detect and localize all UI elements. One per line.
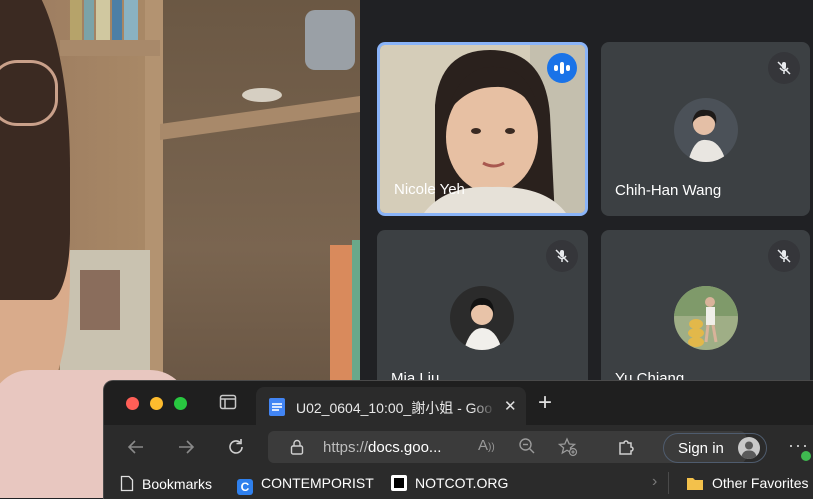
avatar [450, 286, 514, 350]
maximize-window-button[interactable] [174, 397, 187, 410]
extensions-icon[interactable] [616, 437, 636, 461]
back-arrow-icon[interactable] [126, 437, 146, 461]
mic-off-icon [768, 240, 800, 272]
speaking-indicator-icon [547, 53, 577, 83]
participant-name: Nicole Yeh [394, 181, 465, 198]
glasses [0, 60, 58, 126]
close-window-button[interactable] [126, 397, 139, 410]
tab-actions-icon[interactable] [219, 393, 237, 415]
bookmark-item-notcot[interactable]: NOTCOT.ORG [391, 475, 508, 491]
lock-icon [290, 439, 304, 460]
url-text: https://docs.goo... [323, 439, 442, 456]
toolbar: https://docs.goo... A)) Sign in ··· [104, 425, 813, 469]
chevron-right-icon[interactable]: › [652, 473, 657, 491]
participant-tile-mia-liu[interactable]: Mia Liu [377, 230, 588, 404]
avatar [674, 98, 738, 162]
sign-in-label: Sign in [678, 440, 724, 457]
google-docs-icon [268, 397, 286, 420]
profile-avatar-icon [738, 437, 760, 459]
other-favorites-folder[interactable]: Other Favorites [686, 475, 808, 494]
sign-in-button[interactable]: Sign in [663, 433, 767, 463]
close-tab-icon[interactable]: ✕ [504, 397, 517, 415]
participant-tile-yu-chiang[interactable]: Yu Chiang [601, 230, 810, 404]
avatar [674, 286, 738, 350]
folder-icon [686, 476, 704, 494]
document-icon [120, 475, 134, 495]
tab-title: U02_0604_10:00_謝小姐 - Goo [296, 398, 496, 418]
c-logo-icon: C [237, 479, 253, 495]
zoom-out-icon[interactable] [518, 437, 536, 460]
read-aloud-icon[interactable]: A)) [478, 437, 495, 454]
divider [668, 472, 669, 494]
participant-tile-nicole-yeh[interactable]: Nicole Yeh [377, 42, 588, 216]
new-tab-button[interactable]: + [538, 389, 552, 417]
tab-bar: U02_0604_10:00_謝小姐 - Goo ✕ + [104, 381, 813, 425]
mic-off-icon [546, 240, 578, 272]
participant-tile-chih-han-wang[interactable]: Chih-Han Wang [601, 42, 810, 216]
bookmark-item-contemporist[interactable]: C CONTEMPORIST [237, 475, 374, 495]
add-favorite-icon[interactable] [557, 437, 578, 462]
mic-off-icon [768, 52, 800, 84]
notcot-logo-icon [391, 475, 407, 491]
update-badge-icon [801, 451, 811, 461]
refresh-icon[interactable] [226, 437, 246, 461]
minimize-window-button[interactable] [150, 397, 163, 410]
tab-google-docs[interactable]: U02_0604_10:00_謝小姐 - Goo ✕ [256, 387, 526, 425]
bookmarks-bar: Bookmarks C CONTEMPORIST NOTCOT.ORG › Oth… [104, 469, 813, 499]
forward-arrow-icon[interactable] [176, 437, 196, 461]
browser-window: U02_0604_10:00_謝小姐 - Goo ✕ + https://doc… [103, 380, 813, 499]
participant-name: Chih-Han Wang [615, 182, 722, 199]
bookmark-item-bookmarks[interactable]: Bookmarks [120, 475, 212, 495]
